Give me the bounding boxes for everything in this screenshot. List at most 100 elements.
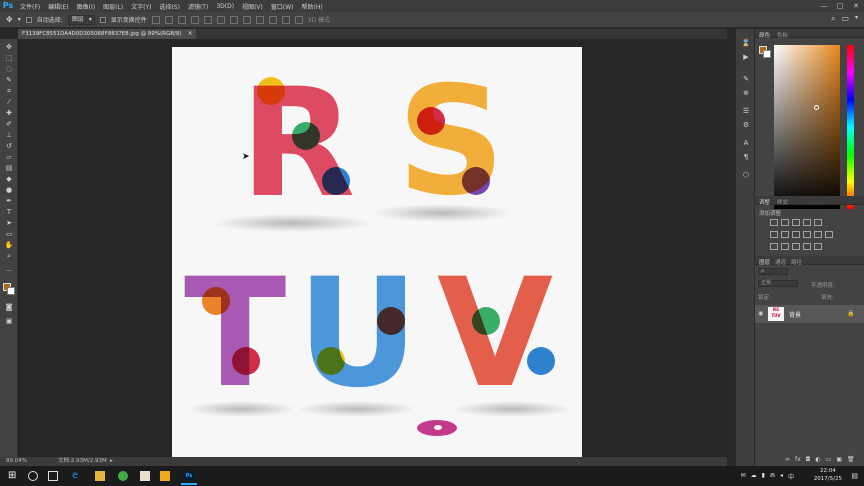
hue-slider[interactable] — [847, 45, 854, 209]
close-window-button[interactable]: ✕ — [848, 0, 864, 12]
character-panel-icon[interactable]: A — [741, 139, 751, 147]
threshold-icon[interactable] — [792, 243, 800, 250]
exposure-icon[interactable] — [803, 219, 811, 226]
color-lookup-icon[interactable] — [825, 231, 833, 238]
network-tray-icon[interactable]: ⋒ — [770, 472, 775, 481]
quick-select-tool-icon[interactable]: ✎ — [4, 76, 14, 84]
tab-paths[interactable]: 路径 — [791, 258, 802, 266]
eraser-tool-icon[interactable]: ▱ — [4, 153, 14, 161]
screen-mode-icon[interactable]: ▣ — [4, 317, 14, 325]
actions-panel-icon[interactable]: ▶ — [741, 53, 751, 61]
tab-adjustments[interactable]: 调整 — [759, 198, 770, 206]
lasso-tool-icon[interactable]: ◌ — [4, 65, 14, 73]
wechat-tray-icon[interactable]: ✉ — [741, 472, 746, 481]
notification-icon[interactable]: ▤ — [851, 472, 858, 480]
file-explorer-icon[interactable] — [95, 471, 105, 481]
add-mask-icon[interactable]: ◘ — [806, 456, 811, 463]
tab-swatches[interactable]: 色板 — [777, 31, 788, 39]
app-notes-icon[interactable] — [140, 471, 150, 481]
layer-style-icon[interactable]: fx — [795, 456, 801, 463]
link-layers-icon[interactable]: ∞ — [785, 456, 790, 463]
background-color-swatch[interactable] — [7, 287, 15, 295]
hue-saturation-icon[interactable] — [770, 231, 778, 238]
layer-row-background[interactable]: ◉ RS TUV 背景 🔒 — [755, 305, 864, 323]
zoom-tool-icon[interactable]: ⌕ — [4, 252, 14, 260]
panel-background-swatch[interactable] — [763, 50, 771, 58]
menu-file[interactable]: 文件(F) — [16, 2, 44, 11]
menu-view[interactable]: 视图(V) — [238, 2, 267, 11]
new-layer-icon[interactable]: ▣ — [836, 456, 842, 463]
menu-filter[interactable]: 滤镜(T) — [184, 2, 212, 11]
battery-tray-icon[interactable]: ▮ — [762, 472, 765, 481]
type-tool-icon[interactable]: T — [4, 208, 14, 216]
color-balance-icon[interactable] — [781, 231, 789, 238]
distribute-top-icon[interactable] — [229, 15, 238, 24]
paragraph-panel-icon[interactable]: ¶ — [741, 153, 751, 161]
curves-icon[interactable] — [792, 219, 800, 226]
levels-icon[interactable] — [781, 219, 789, 226]
layer-filter-select[interactable]: ρ — [758, 268, 788, 275]
menu-help[interactable]: 帮助(H) — [298, 2, 327, 11]
visibility-eye-icon[interactable]: ◉ — [758, 310, 763, 317]
distribute-hcenter-icon[interactable] — [281, 15, 290, 24]
posterize-icon[interactable] — [781, 243, 789, 250]
tab-layers[interactable]: 图层 — [759, 258, 770, 266]
brushes-panel-icon[interactable]: ✎ — [741, 75, 751, 83]
new-adjustment-icon[interactable]: ◐ — [815, 456, 820, 463]
windows-start-icon[interactable]: ⊞ — [8, 471, 18, 481]
align-right-icon[interactable] — [216, 15, 225, 24]
volume-tray-icon[interactable]: ◂ — [780, 472, 783, 481]
gradient-tool-icon[interactable]: ▤ — [4, 164, 14, 172]
clone-stamp-tool-icon[interactable]: ⊥ — [4, 131, 14, 139]
distribute-bottom-icon[interactable] — [255, 15, 264, 24]
tab-channels[interactable]: 通道 — [775, 258, 786, 266]
move-tool-icon[interactable]: ✥ — [4, 43, 14, 51]
align-bottom-icon[interactable] — [177, 15, 186, 24]
distribute-right-icon[interactable] — [294, 15, 303, 24]
color-picker-marker[interactable] — [814, 105, 819, 110]
align-vcenter-icon[interactable] — [164, 15, 173, 24]
menu-window[interactable]: 窗口(W) — [267, 2, 298, 11]
healing-brush-tool-icon[interactable]: ✚ — [4, 109, 14, 117]
marquee-tool-icon[interactable]: ⬚ — [4, 54, 14, 62]
channel-mixer-icon[interactable] — [814, 231, 822, 238]
app-orange-icon[interactable] — [160, 471, 170, 481]
tab-styles[interactable]: 样式 — [777, 198, 788, 206]
hand-tool-icon[interactable]: ✋ — [4, 241, 14, 249]
edge-browser-icon[interactable]: e — [72, 471, 82, 481]
ime-tray-icon[interactable]: 中 — [788, 472, 794, 481]
auto-select-checkbox[interactable] — [25, 16, 32, 23]
align-left-icon[interactable] — [190, 15, 199, 24]
workspace-dropdown-icon[interactable]: ▾ — [855, 14, 858, 24]
blur-tool-icon[interactable]: ◆ — [4, 175, 14, 183]
system-clock[interactable]: 22:04 2017/5/25 — [814, 468, 842, 483]
photoshop-taskbar-icon[interactable]: Ps — [184, 471, 194, 481]
selective-color-icon[interactable] — [814, 243, 822, 250]
menu-3d[interactable]: 3D(D) — [212, 3, 238, 10]
photo-filter-icon[interactable] — [803, 231, 811, 238]
clone-source-panel-icon[interactable]: ⊕ — [741, 89, 751, 97]
tab-color[interactable]: 颜色 — [759, 31, 770, 39]
color-picker-field[interactable] — [774, 45, 840, 209]
zoom-level[interactable]: 89.04% — [6, 457, 27, 466]
eyedropper-tool-icon[interactable]: ⁄ — [4, 98, 14, 106]
pen-tool-icon[interactable]: ✒ — [4, 197, 14, 205]
menu-type[interactable]: 文字(Y) — [127, 2, 155, 11]
path-select-tool-icon[interactable]: ➤ — [4, 219, 14, 227]
tool-preset-dropdown[interactable]: ▾ — [18, 16, 21, 23]
blend-mode-select[interactable]: 正常 — [758, 280, 798, 287]
close-tab-icon[interactable]: × — [188, 29, 193, 39]
history-panel-icon[interactable]: ⌛ — [741, 39, 751, 47]
show-transform-checkbox[interactable] — [99, 16, 106, 23]
document-tab[interactable]: F3139FC8551DA4D0D305068F8837E8.jpg @ 89%… — [18, 29, 196, 39]
workspace-icon[interactable]: ▭ — [841, 14, 849, 24]
status-menu-icon[interactable]: ▸ — [110, 457, 113, 466]
search-icon[interactable] — [28, 471, 38, 481]
app-green-icon[interactable] — [118, 471, 128, 481]
menu-edit[interactable]: 编辑(E) — [44, 2, 72, 11]
history-brush-tool-icon[interactable]: ↺ — [4, 142, 14, 150]
auto-select-target-select[interactable]: 图层 — [67, 14, 95, 25]
cloud-tray-icon[interactable]: ☁ — [751, 472, 757, 481]
menu-image[interactable]: 图像(I) — [73, 2, 99, 11]
distribute-vcenter-icon[interactable] — [242, 15, 251, 24]
